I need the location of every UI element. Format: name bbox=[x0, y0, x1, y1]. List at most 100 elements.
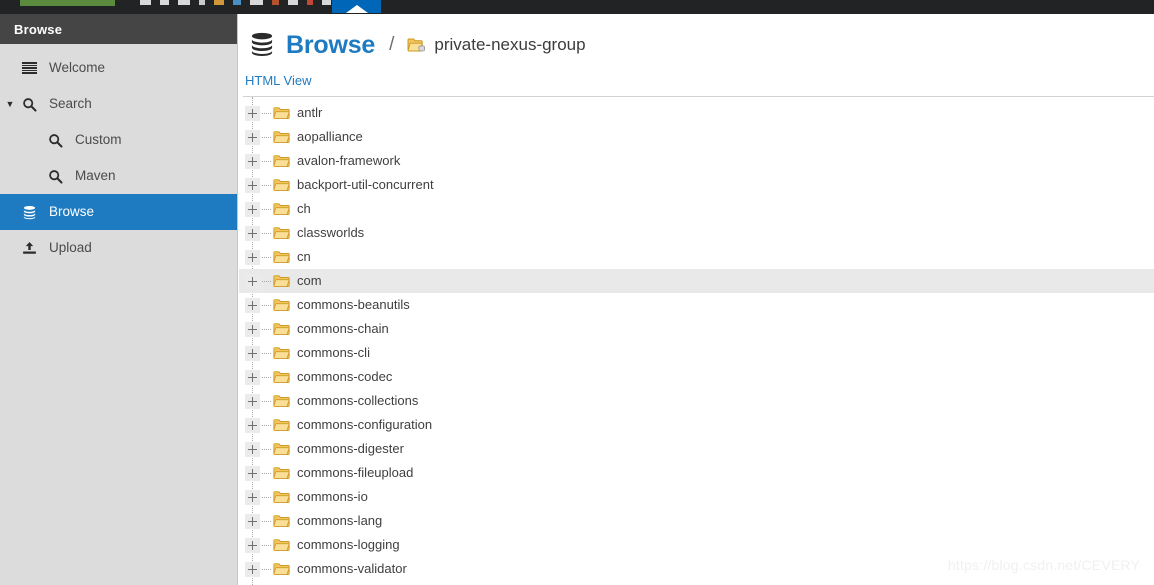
expand-plus-icon[interactable] bbox=[245, 561, 260, 577]
repository-tree[interactable]: antlr aopalliance avalon-framework backport… bbox=[239, 97, 1154, 585]
folder-icon bbox=[273, 226, 290, 241]
expand-plus-icon[interactable] bbox=[245, 513, 260, 529]
expand-plus-icon[interactable] bbox=[245, 465, 260, 481]
expand-plus-icon[interactable] bbox=[245, 369, 260, 385]
main-content: Browse / private-nexus-group HTML View a… bbox=[239, 14, 1154, 585]
expand-plus-icon[interactable] bbox=[245, 297, 260, 313]
top-menu-glyph bbox=[322, 0, 331, 5]
sidebar-item-search[interactable]: ▼ Search bbox=[0, 86, 237, 122]
tree-connector-dots bbox=[262, 352, 271, 354]
search-icon bbox=[44, 133, 66, 148]
tree-row-label: antlr bbox=[297, 105, 323, 120]
tree-row[interactable]: ch bbox=[239, 197, 1154, 221]
sidebar-item-custom[interactable]: Custom bbox=[0, 122, 237, 158]
folder-icon bbox=[273, 130, 290, 145]
folder-icon bbox=[273, 562, 290, 577]
tree-row[interactable]: avalon-framework bbox=[239, 149, 1154, 173]
expand-plus-icon[interactable] bbox=[245, 273, 260, 289]
expand-plus-icon[interactable] bbox=[245, 201, 260, 217]
folder-icon bbox=[273, 154, 290, 169]
breadcrumb: Browse / private-nexus-group bbox=[239, 14, 1154, 62]
folder-icon bbox=[273, 274, 290, 289]
tree-connector-dots bbox=[262, 232, 271, 234]
chevron-down-icon[interactable]: ▼ bbox=[4, 99, 16, 109]
tree-row-label: commons-validator bbox=[297, 561, 407, 576]
repository-folder-icon bbox=[407, 37, 426, 54]
expand-plus-icon[interactable] bbox=[245, 177, 260, 193]
top-menu-glyph bbox=[307, 0, 313, 5]
expand-plus-icon[interactable] bbox=[245, 441, 260, 457]
tree-row[interactable]: antlr bbox=[239, 101, 1154, 125]
tree-connector-dots bbox=[262, 448, 271, 450]
expand-plus-icon[interactable] bbox=[245, 321, 260, 337]
tree-row[interactable]: commons-digester bbox=[239, 437, 1154, 461]
sidebar-nav-list: Welcome ▼ Search Custom Maven Browse Upl… bbox=[0, 44, 237, 266]
expand-plus-icon[interactable] bbox=[245, 489, 260, 505]
sidebar-item-maven[interactable]: Maven bbox=[0, 158, 237, 194]
active-nav-tab[interactable] bbox=[332, 0, 381, 13]
expand-plus-icon[interactable] bbox=[245, 417, 260, 433]
tree-row-label: com bbox=[297, 273, 322, 288]
tree-row[interactable]: commons-configuration bbox=[239, 413, 1154, 437]
tree-row-label: aopalliance bbox=[297, 129, 363, 144]
page-title[interactable]: Browse bbox=[286, 31, 375, 60]
tree-connector-dots bbox=[262, 520, 271, 522]
tree-row[interactable]: commons-chain bbox=[239, 317, 1154, 341]
tree-row[interactable]: classworlds bbox=[239, 221, 1154, 245]
expand-plus-icon[interactable] bbox=[245, 345, 260, 361]
expand-plus-icon[interactable] bbox=[245, 105, 260, 121]
tree-row[interactable]: commons-codec bbox=[239, 365, 1154, 389]
breadcrumb-repository-name[interactable]: private-nexus-group bbox=[434, 35, 585, 55]
product-logo[interactable] bbox=[20, 0, 115, 6]
top-navigation-bar bbox=[0, 0, 1154, 14]
sidebar-item-browse[interactable]: Browse bbox=[0, 194, 237, 230]
expand-plus-icon[interactable] bbox=[245, 153, 260, 169]
sidebar-item-upload[interactable]: Upload bbox=[0, 230, 237, 266]
tree-row-label: backport-util-concurrent bbox=[297, 177, 434, 192]
tree-row-label: commons-collections bbox=[297, 393, 419, 408]
tree-row[interactable]: commons-validator bbox=[239, 557, 1154, 581]
tree-connector-dots bbox=[262, 208, 271, 210]
tree-row[interactable]: commons-io bbox=[239, 485, 1154, 509]
tree-connector-dots bbox=[262, 496, 271, 498]
expand-plus-icon[interactable] bbox=[245, 225, 260, 241]
tree-row[interactable]: commons-logging bbox=[239, 533, 1154, 557]
expand-plus-icon[interactable] bbox=[245, 537, 260, 553]
folder-icon bbox=[273, 298, 290, 313]
tree-row-label: cn bbox=[297, 249, 311, 264]
top-menu-glyph bbox=[214, 0, 224, 5]
html-view-row: HTML View bbox=[239, 62, 1154, 96]
tree-row-label: classworlds bbox=[297, 225, 365, 240]
tree-connector-dots bbox=[262, 424, 271, 426]
sidebar-item-label: Custom bbox=[75, 131, 122, 147]
tree-row[interactable]: commons-collections bbox=[239, 389, 1154, 413]
html-view-link[interactable]: HTML View bbox=[245, 73, 311, 88]
sidebar-item-label: Search bbox=[49, 95, 92, 111]
top-menu-glyph bbox=[178, 0, 190, 5]
tree-row[interactable]: aopalliance bbox=[239, 125, 1154, 149]
upload-icon bbox=[18, 241, 40, 256]
tree-row[interactable]: cn bbox=[239, 245, 1154, 269]
expand-plus-icon[interactable] bbox=[245, 129, 260, 145]
search-icon bbox=[44, 169, 66, 184]
tree-connector-dots bbox=[262, 112, 271, 114]
tree-row[interactable]: commons-lang bbox=[239, 509, 1154, 533]
expand-plus-icon[interactable] bbox=[245, 393, 260, 409]
sidebar-item-label: Maven bbox=[75, 167, 116, 183]
top-menu-glyph bbox=[160, 0, 169, 5]
tree-row[interactable]: commons-cli bbox=[239, 341, 1154, 365]
tree-row[interactable]: commons-fileupload bbox=[239, 461, 1154, 485]
top-menu-items[interactable] bbox=[140, 0, 331, 5]
search-icon bbox=[18, 97, 40, 112]
tree-row[interactable]: com bbox=[239, 269, 1154, 293]
folder-icon bbox=[273, 250, 290, 265]
sidebar-item-welcome[interactable]: Welcome bbox=[0, 50, 237, 86]
tree-row[interactable]: backport-util-concurrent bbox=[239, 173, 1154, 197]
top-menu-glyph bbox=[199, 0, 205, 5]
expand-plus-icon[interactable] bbox=[245, 249, 260, 265]
tree-row-label: commons-io bbox=[297, 489, 368, 504]
tree-row[interactable]: commons-beanutils bbox=[239, 293, 1154, 317]
tree-row-label: commons-codec bbox=[297, 369, 393, 384]
tree-row-label: commons-lang bbox=[297, 513, 383, 528]
tree-row-label: avalon-framework bbox=[297, 153, 401, 168]
